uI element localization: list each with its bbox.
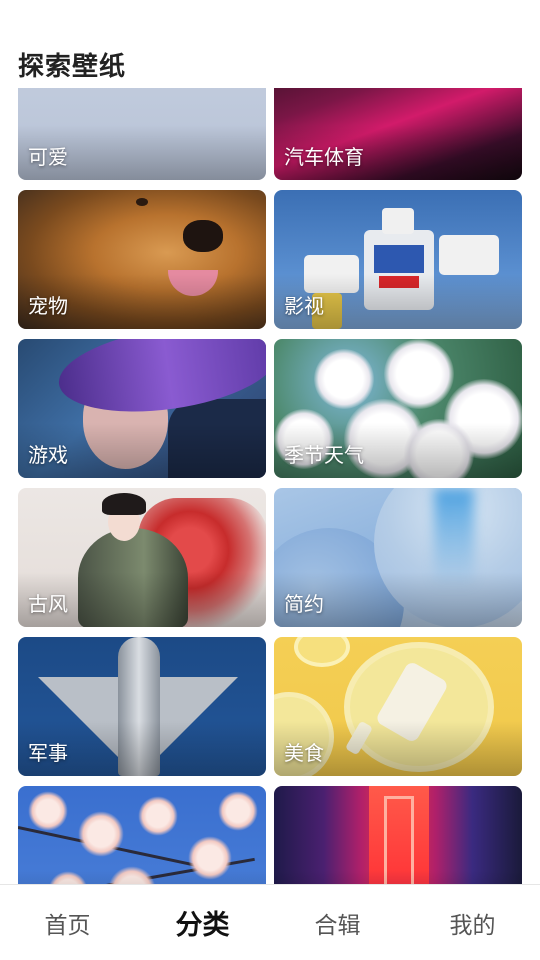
category-card-seasons-weather[interactable]: 季节天气 [274, 339, 522, 478]
category-card-cars-sports[interactable]: 汽车体育 [274, 88, 522, 180]
category-card-ancient-style[interactable]: 古风 [18, 488, 266, 627]
tab-home[interactable]: 首页 [0, 885, 135, 960]
bottom-tab-bar: 首页 分类 合辑 我的 [0, 884, 540, 960]
category-card-cute[interactable]: 可爱 [18, 88, 266, 180]
category-label: 宠物 [28, 294, 68, 318]
category-label: 游戏 [28, 443, 68, 467]
tab-categories[interactable]: 分类 [135, 885, 270, 960]
category-label: 简约 [284, 592, 324, 616]
category-label: 季节天气 [284, 443, 364, 467]
category-grid: 可爱 汽车体育 宠物 影视 游戏 季节天气 古风 简约 军事 美食 [18, 88, 522, 884]
tab-mine[interactable]: 我的 [405, 885, 540, 960]
category-label: 汽车体育 [284, 145, 364, 169]
category-label: 美食 [284, 741, 324, 765]
page-title: 探索壁纸 [18, 52, 127, 82]
header: 探索壁纸 [0, 0, 540, 88]
app-screen: 探索壁纸 可爱 汽车体育 宠物 影视 游戏 季节天气 古风 简约 军事 美食 首… [0, 0, 540, 960]
category-card-minimal[interactable]: 简约 [274, 488, 522, 627]
category-grid-viewport[interactable]: 可爱 汽车体育 宠物 影视 游戏 季节天气 古风 简约 军事 美食 [0, 88, 540, 884]
category-card-pets[interactable]: 宠物 [18, 190, 266, 329]
category-card-other[interactable]: 其他 [274, 786, 522, 884]
category-card-military[interactable]: 军事 [18, 637, 266, 776]
category-card-games[interactable]: 游戏 [18, 339, 266, 478]
category-label: 可爱 [28, 145, 68, 169]
category-card-food[interactable]: 美食 [274, 637, 522, 776]
tab-collections[interactable]: 合辑 [270, 885, 405, 960]
category-card-plants[interactable]: 绿植 [18, 786, 266, 884]
category-label: 军事 [28, 741, 68, 765]
category-label: 古风 [28, 592, 68, 616]
category-card-film[interactable]: 影视 [274, 190, 522, 329]
category-label: 影视 [284, 294, 324, 318]
